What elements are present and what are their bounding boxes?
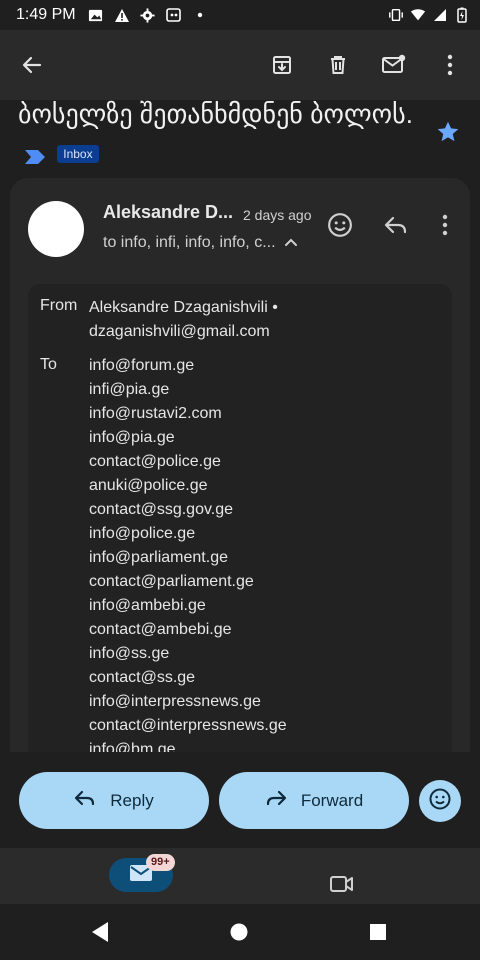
status-time: 1:49 PM (16, 6, 76, 23)
to-recipient[interactable]: info@bm.ge (89, 738, 287, 752)
to-recipient[interactable]: info@forum.ge (89, 354, 287, 378)
to-recipient[interactable]: contact@parliament.ge (89, 570, 287, 594)
warning-notification-icon (114, 7, 130, 23)
to-recipient[interactable]: info@ambebi.ge (89, 594, 287, 618)
appbar-actions (258, 41, 474, 89)
reply-bar: Reply Forward (0, 752, 480, 848)
emoji-icon (428, 787, 452, 816)
battery-icon (454, 7, 470, 23)
bottom-nav: 99+ (0, 848, 480, 904)
message-time: 2 days ago (243, 207, 312, 223)
subject-text: ბოსელზე შეთანხმდნენ ბოლოს. (18, 99, 413, 129)
from-label: From (40, 297, 78, 314)
message-details: From Aleksandre Dzaganishvili • dzaganis… (28, 284, 452, 752)
to-recipient[interactable]: infi@pia.ge (89, 378, 287, 402)
wifi-icon (410, 7, 426, 23)
settings-notification-icon (140, 7, 156, 23)
back-arrow-icon[interactable] (8, 41, 56, 89)
signal-icon (432, 7, 448, 23)
mark-unread-icon[interactable] (370, 41, 418, 89)
reply-button[interactable]: Reply (19, 772, 209, 829)
video-icon[interactable] (318, 860, 366, 908)
email-subject: ბოსელზე შეთანხმდნენ ბოლოს. Inbox (18, 94, 418, 176)
inbox-label-badge[interactable]: Inbox (57, 145, 99, 164)
system-navigation (0, 904, 480, 960)
dot-notification-icon (192, 7, 208, 23)
from-value: Aleksandre Dzaganishvili • dzaganishvili… (89, 299, 278, 340)
forward-icon (265, 789, 287, 812)
to-recipient[interactable]: info@interpressnews.ge (89, 690, 287, 714)
to-recipient[interactable]: anuki@police.ge (89, 474, 287, 498)
assistant-notification-icon (165, 7, 182, 23)
reply-label: Reply (110, 790, 154, 810)
status-bar: 1:49 PM (0, 0, 480, 30)
chevron-up-icon[interactable] (284, 234, 298, 252)
star-icon[interactable] (424, 108, 472, 156)
to-recipient[interactable]: info@pia.ge (89, 426, 287, 450)
to-recipient[interactable]: contact@ssg.gov.ge (89, 498, 287, 522)
message-more-icon[interactable] (421, 201, 469, 249)
avatar[interactable] (28, 201, 84, 257)
emoji-reaction-icon[interactable] (316, 201, 364, 249)
system-home-icon[interactable] (228, 921, 250, 948)
status-system-icons (388, 7, 470, 23)
sender-name[interactable]: Aleksandre D... (103, 202, 233, 223)
delete-icon[interactable] (314, 41, 362, 89)
archive-icon[interactable] (258, 41, 306, 89)
to-recipient[interactable]: info@ss.ge (89, 642, 287, 666)
to-label: To (40, 356, 57, 373)
to-recipient[interactable]: info@rustavi2.com (89, 402, 287, 426)
to-recipient[interactable]: contact@police.ge (89, 450, 287, 474)
recipients-text: to info, infi, info, info, c... (103, 234, 276, 251)
to-recipient[interactable]: contact@ambebi.ge (89, 618, 287, 642)
app-bar (0, 30, 480, 100)
vibrate-icon (388, 7, 404, 23)
recipients-summary[interactable]: to info, infi, info, info, c... (103, 234, 298, 252)
forward-button[interactable]: Forward (219, 772, 409, 829)
emoji-button[interactable] (419, 780, 461, 822)
label-chevron-icon (24, 136, 46, 176)
message-card: Aleksandre D... 2 days ago to info, infi… (10, 178, 470, 752)
gallery-notification-icon (88, 7, 104, 23)
to-recipient[interactable]: contact@ss.ge (89, 666, 287, 690)
forward-label: Forward (300, 790, 364, 810)
reply-icon (74, 789, 96, 812)
status-notification-icons (88, 7, 208, 23)
to-list: info@forum.ge infi@pia.ge info@rustavi2.… (89, 354, 287, 752)
to-recipient[interactable]: info@police.ge (89, 522, 287, 546)
system-back-icon[interactable] (88, 920, 110, 949)
system-recents-icon[interactable] (368, 922, 388, 947)
more-vert-icon[interactable] (426, 41, 474, 89)
mail-unread-badge: 99+ (146, 854, 175, 871)
reply-icon[interactable] (372, 201, 420, 249)
subject-area: ბოსელზე შეთანხმდნენ ბოლოს. Inbox (0, 99, 480, 178)
to-recipient[interactable]: info@parliament.ge (89, 546, 287, 570)
to-recipient[interactable]: contact@interpressnews.ge (89, 714, 287, 738)
